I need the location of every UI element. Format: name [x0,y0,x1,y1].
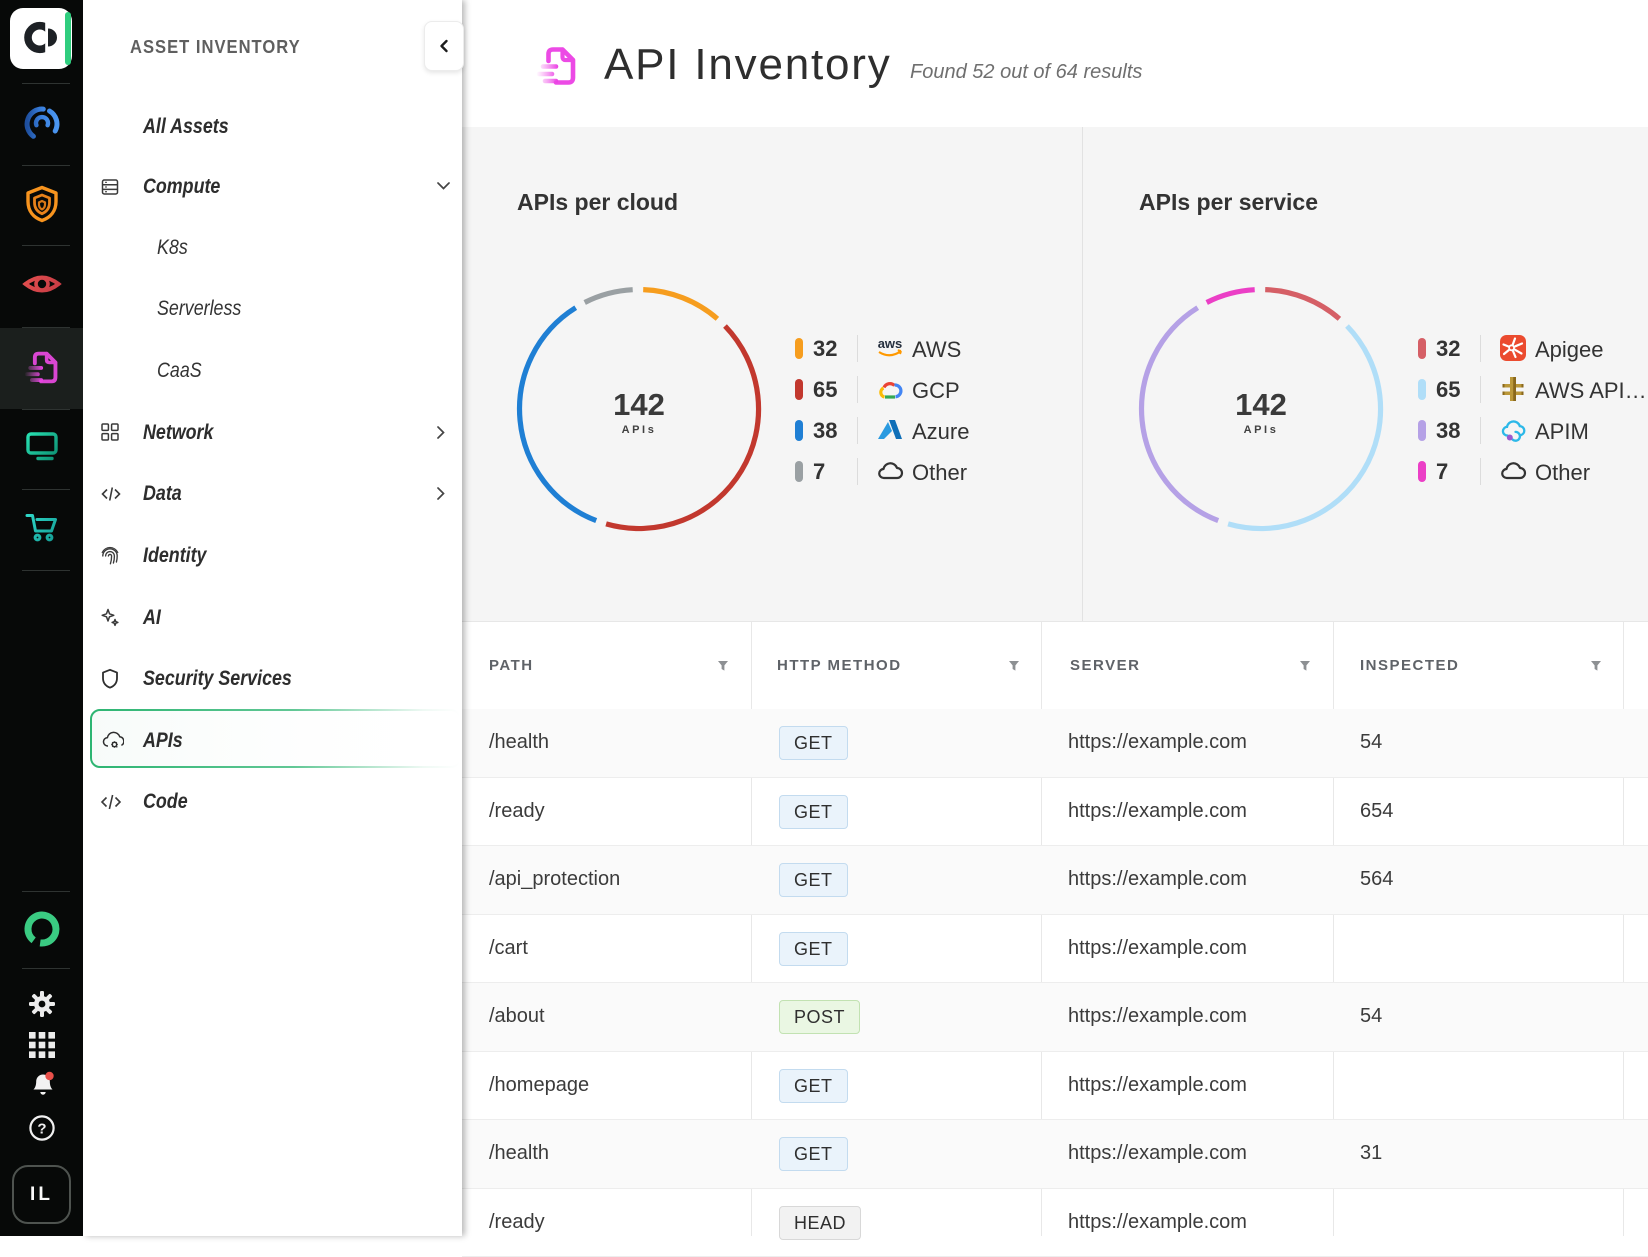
svg-text:aws: aws [878,336,903,351]
svg-text:?: ? [37,1121,46,1138]
